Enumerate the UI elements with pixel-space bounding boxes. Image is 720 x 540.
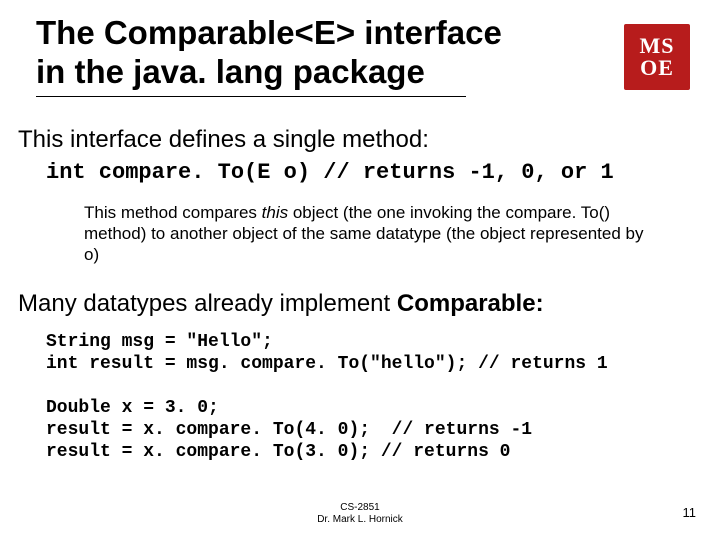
method-description: This method compares this object (the on… xyxy=(84,202,644,265)
desc-this-keyword: this xyxy=(262,203,288,222)
title-line-2: in the java. lang package xyxy=(36,53,425,90)
slide-title: The Comparable<E> interface in the java.… xyxy=(36,14,596,92)
implements-pre: Many datatypes already implement xyxy=(18,290,397,317)
implements-line: Many datatypes already implement Compara… xyxy=(18,290,698,318)
footer-author: Dr. Mark L. Hornick xyxy=(317,514,403,525)
logo-line-1: MS xyxy=(640,35,675,57)
msoe-logo: MS OE xyxy=(624,24,690,90)
slide-footer: CS-2851 Dr. Mark L. Hornick xyxy=(0,502,720,526)
slide: The Comparable<E> interface in the java.… xyxy=(0,0,720,540)
footer-course: CS-2851 xyxy=(340,502,379,513)
logo-line-2: OE xyxy=(640,57,674,79)
example-code-block: String msg = "Hello"; int result = msg. … xyxy=(46,332,696,464)
title-underline xyxy=(36,96,466,97)
intro-text: This interface defines a single method: xyxy=(18,126,688,154)
desc-part-1: This method compares xyxy=(84,203,262,222)
method-signature: int compare. To(E o) // returns -1, 0, o… xyxy=(46,160,696,185)
implements-bold: Comparable: xyxy=(397,290,544,317)
title-line-1: The Comparable<E> interface xyxy=(36,14,502,51)
page-number: 11 xyxy=(683,505,697,520)
